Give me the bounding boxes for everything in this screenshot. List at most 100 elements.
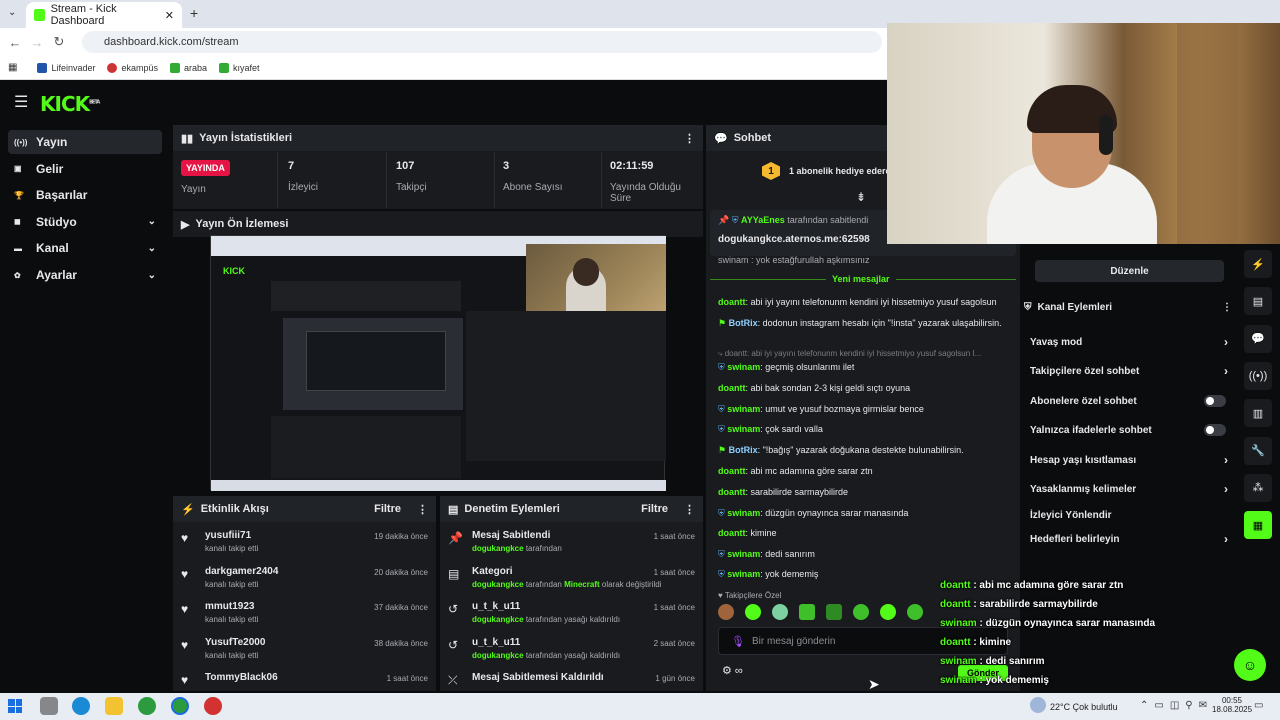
chat-message[interactable]: doantt: abi bak sondan 2-3 kişi geldi sı… <box>718 382 1008 394</box>
chat-message[interactable]: doantt: abi iyi yayını telefonunm kendin… <box>718 296 1008 308</box>
emote-icon[interactable] <box>799 604 815 620</box>
chat-username[interactable]: swinam <box>727 549 760 559</box>
microphone-icon[interactable]: 🎙 <box>731 635 745 648</box>
chat-icon[interactable]: 💬 <box>1244 324 1272 353</box>
channel-action-item[interactable]: Hesap yaşı kısıtlaması › <box>1030 446 1230 474</box>
sidebar-item-5[interactable]: ✿ Ayarlar ⌄ <box>8 263 162 287</box>
emote-icon[interactable] <box>772 604 788 620</box>
chat-message[interactable]: ⚑ BotRix: dodonun instagram hesabı için … <box>718 317 1008 329</box>
activity-item[interactable]: ♥ darkgamer2404 kanalı takip etti 20 dakika… <box>173 562 436 598</box>
chat-username[interactable]: swinam <box>727 569 760 579</box>
sidebar-item-2[interactable]: 🏆 Başarılar <box>8 183 162 207</box>
chat-message[interactable]: ⛨ swinam: yok dememiş <box>718 568 1008 580</box>
more-icon[interactable]: ⋮ <box>684 503 695 516</box>
channel-action-item[interactable]: Yavaş mod › <box>1030 328 1230 356</box>
system-tray-icons[interactable]: ⌃▭◫⚲✉ <box>1140 700 1213 711</box>
chat-username[interactable]: doantt <box>718 487 746 497</box>
more-icon[interactable]: ⋮ <box>417 503 428 516</box>
chat-settings-icon[interactable]: ⚙ ∞ <box>722 664 743 677</box>
channel-action-item[interactable]: Hedefleri belirleyin › <box>1030 525 1230 553</box>
moderation-item[interactable]: ▤ Kategori dogukangkce tarafından Minecraf… <box>440 562 703 598</box>
chat-username[interactable]: swinam <box>727 508 760 518</box>
edge-browser-icon[interactable] <box>72 697 90 715</box>
chat-message[interactable]: ⛨ swinam: dedi sanırım <box>718 548 1008 560</box>
channel-action-item[interactable]: Yasaklanmış kelimeler › <box>1030 475 1230 503</box>
bookmark-item[interactable]: kıyafet <box>219 62 260 73</box>
channel-action-item[interactable]: Abonelere özel sohbet <box>1030 387 1230 415</box>
notification-icon[interactable]: ▭ <box>1254 700 1263 711</box>
windows-start-icon[interactable] <box>8 699 22 713</box>
chat-username[interactable]: doantt <box>718 528 746 538</box>
emote-icon[interactable] <box>907 604 923 620</box>
moderation-item[interactable]: ↺ u_t_k_u11 dogukangkce tarafından yasağı … <box>440 633 703 669</box>
bookmark-item[interactable]: Lifeinvader <box>37 62 95 73</box>
chat-username[interactable]: BotRix <box>729 318 758 328</box>
clapper-icon[interactable]: ▦ <box>1244 511 1272 540</box>
chat-message[interactable]: doantt: kimine <box>718 527 1008 539</box>
channel-action-item[interactable]: Takipçilere özel sohbet › <box>1030 357 1230 385</box>
stream-preview-video[interactable]: KICK <box>210 235 666 491</box>
bolt-icon[interactable]: ⚡ <box>1244 250 1272 278</box>
browser-tab[interactable]: Stream - Kick Dashboard ✕ <box>26 2 182 28</box>
toggle-switch[interactable] <box>1204 424 1226 436</box>
chat-message[interactable]: ⛨ swinam: çok sardı valla <box>718 423 1008 435</box>
server-icon[interactable]: ▥ <box>1244 399 1272 428</box>
chat-message[interactable]: ⛨ swinam: geçmiş olsunlarımı ilet <box>718 361 1008 373</box>
more-icon[interactable]: ⋮ <box>1222 302 1232 313</box>
emote-icon[interactable] <box>853 604 869 620</box>
chat-message[interactable]: ⛨ swinam: düzgün oynayınca sarar manasın… <box>718 507 1008 519</box>
sidebar-item-3[interactable]: ◼ Stüdyo ⌄ <box>8 210 162 234</box>
activity-item[interactable]: ♥ yusufiii71 kanalı takip etti 19 dakika ön… <box>173 526 436 562</box>
back-icon[interactable]: ← <box>4 35 26 50</box>
moderation-item[interactable]: ↺ u_t_k_u11 dogukangkce tarafından yasağı … <box>440 597 703 633</box>
support-chat-icon[interactable]: ☺ <box>1234 649 1266 681</box>
emote-icon[interactable] <box>745 604 761 620</box>
activity-item[interactable]: ♥ YusufTe2000 kanalı takip etti 38 dakika ö… <box>173 633 436 669</box>
chat-username[interactable]: doantt <box>718 297 746 307</box>
chrome-icon[interactable] <box>138 697 156 715</box>
task-view-icon[interactable] <box>40 697 58 715</box>
chat-username[interactable]: doantt <box>718 383 746 393</box>
emote-icon[interactable] <box>826 604 842 620</box>
chat-message[interactable]: doantt: sarabilirde sarmaybilirde <box>718 486 1008 498</box>
wrench-icon[interactable]: 🔧 <box>1244 436 1272 465</box>
chat-username[interactable]: doantt <box>718 466 746 476</box>
kick-logo[interactable]: KICKBETA <box>40 92 100 116</box>
channel-action-item[interactable]: Yalnızca ifadelerle sohbet <box>1030 416 1230 444</box>
more-icon[interactable]: ⋮ <box>684 132 695 145</box>
clock[interactable]: 00:55 18.08.2025 <box>1212 696 1252 714</box>
hamburger-menu-icon[interactable]: ☰ <box>14 92 28 112</box>
tab-close-icon[interactable]: ✕ <box>165 9 174 22</box>
moderation-item[interactable]: 📌 Mesaj Sabitlendi dogukangkce tarafından 1… <box>440 526 703 562</box>
chat-message[interactable]: ⛨ swinam: umut ve yusuf bozmaya girmisla… <box>718 403 1008 415</box>
chat-username[interactable]: swinam <box>727 362 760 372</box>
activity-item[interactable]: ♥ mmut1923 kanalı takip etti 37 dakika önce <box>173 597 436 633</box>
toggle-switch[interactable] <box>1204 395 1226 407</box>
gift-banner-text[interactable]: 1 abonelik hediye edere <box>789 166 891 176</box>
chat-message[interactable]: ⤷ doantt: abi iyi yayını telefonunm kend… <box>718 348 1008 360</box>
sidebar-item-1[interactable]: ▣ Gelir <box>8 157 162 181</box>
reload-icon[interactable]: ↻ <box>48 34 70 50</box>
emote-icon[interactable] <box>718 604 734 620</box>
bookmark-item[interactable]: ekampüs <box>107 62 158 73</box>
chrome-active-icon[interactable] <box>171 697 189 715</box>
file-explorer-icon[interactable] <box>105 697 123 715</box>
moderation-filter-button[interactable]: Filtre <box>641 503 668 515</box>
forward-icon[interactable]: → <box>26 35 48 50</box>
app-icon[interactable] <box>204 697 222 715</box>
note-icon[interactable]: ▤ <box>1244 287 1272 316</box>
chat-username[interactable]: BotRix <box>729 445 758 455</box>
chat-username[interactable]: swinam <box>727 404 760 414</box>
new-tab-icon[interactable]: + <box>190 5 198 21</box>
chat-message[interactable]: ⚑ BotRix: "!bağış" yazarak doğukana dest… <box>718 444 1008 456</box>
apps-grid-icon[interactable]: ▦ <box>8 62 17 73</box>
activity-filter-button[interactable]: Filtre <box>374 503 401 515</box>
bookmark-item[interactable]: araba <box>170 62 207 73</box>
edit-button[interactable]: Düzenle <box>1035 260 1224 282</box>
chat-username[interactable]: swinam <box>727 424 760 434</box>
emote-icon[interactable] <box>880 604 896 620</box>
tab-list-chevron-icon[interactable]: ⌄ <box>8 7 16 18</box>
broadcast-icon[interactable]: ((•)) <box>1244 361 1272 390</box>
sidebar-item-4[interactable]: ▬ Kanal ⌄ <box>8 236 162 260</box>
chat-message[interactable]: doantt: abi mc adamına göre sarar ztn <box>718 465 1008 477</box>
